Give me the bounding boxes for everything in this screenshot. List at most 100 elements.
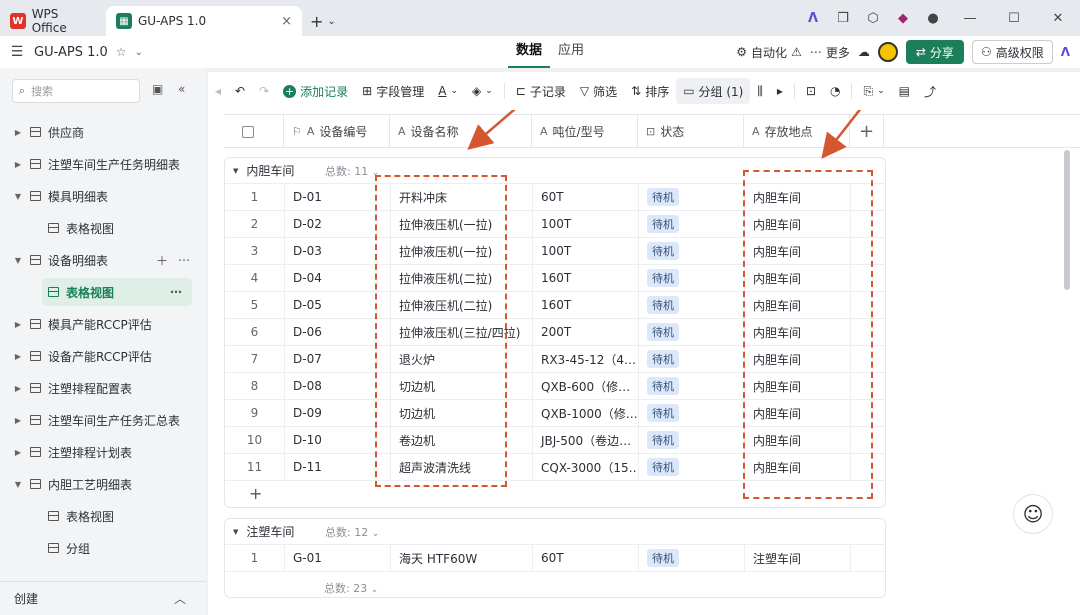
cell-equipment-id[interactable]: G-01 [285, 545, 391, 571]
cell-status[interactable]: 待机 [639, 211, 745, 237]
row-index[interactable]: 8 [225, 373, 285, 399]
sidebar-item-mold-detail[interactable]: ▼ 模具明细表 [0, 182, 200, 210]
row-index[interactable]: 5 [225, 292, 285, 318]
cell-location[interactable]: 内胆车间 [745, 238, 851, 264]
cell-location[interactable]: 内胆车间 [745, 373, 851, 399]
row-index[interactable]: 11 [225, 454, 285, 480]
cell-location[interactable]: 内胆车间 [745, 211, 851, 237]
collapse-all-icon[interactable]: ▣ [152, 82, 163, 96]
cell-equipment-id[interactable]: D-11 [285, 454, 391, 480]
cell-equipment-id[interactable]: D-06 [285, 319, 391, 345]
table-row[interactable]: 8 D-08 切边机 QXB-600（修… 待机 内胆车间 [225, 373, 885, 400]
close-icon[interactable]: × [281, 14, 292, 29]
cell-equipment-name[interactable]: 超声波清洗线 [391, 454, 533, 480]
cell-equipment-id[interactable]: D-05 [285, 292, 391, 318]
row-index[interactable]: 7 [225, 346, 285, 372]
table-row[interactable]: 11 D-11 超声波清洗线 CQX-3000（15… 待机 内胆车间 [225, 454, 885, 481]
undo-icon[interactable]: ↶ [228, 78, 252, 104]
filter-button[interactable]: ▽ 筛选 [573, 78, 624, 104]
menu-icon[interactable]: ☰ [0, 44, 34, 60]
minimize-icon[interactable]: — [948, 11, 992, 26]
cell-equipment-name[interactable]: 拉伸液压机(二拉) [391, 265, 533, 291]
sidebar-item-supplier[interactable]: ▶ 供应商 [0, 118, 200, 146]
cell-status[interactable]: 待机 [639, 545, 745, 571]
column-header-location[interactable]: A 存放地点 [744, 115, 850, 148]
cell-equipment-id[interactable]: D-10 [285, 427, 391, 453]
cell-tonnage-model[interactable]: JBJ-500（卷边… [533, 427, 639, 453]
tab-wps-office[interactable]: W WPS Office [0, 6, 106, 36]
table-row[interactable]: 7 D-07 退火炉 RX3-45-12（4… 待机 内胆车间 [225, 346, 885, 373]
more-options-icon[interactable]: ⋯ [178, 253, 190, 267]
layout-icon[interactable]: ⊡ [799, 78, 823, 104]
cell-location[interactable]: 注塑车间 [745, 545, 851, 571]
cell-equipment-id[interactable]: D-09 [285, 400, 391, 426]
cell-tonnage-model[interactable]: QXB-1000（修… [533, 400, 639, 426]
restore-tabs-icon[interactable]: ❐ [828, 11, 858, 26]
cell-equipment-name[interactable]: 拉伸液压机(二拉) [391, 292, 533, 318]
tab-data[interactable]: 数据 [508, 36, 551, 68]
table-row[interactable]: 6 D-06 拉伸液压机(三拉/四拉) 200T 待机 内胆车间 [225, 319, 885, 346]
vertical-scrollbar[interactable] [1064, 150, 1070, 290]
chevron-down-icon[interactable]: ⌄ [135, 47, 143, 58]
new-tab-button[interactable]: + ⌄ [302, 6, 344, 36]
permission-button[interactable]: ⚇ 高级权限 [971, 40, 1053, 64]
cell-tonnage-model[interactable]: 60T [533, 184, 639, 210]
window-close-icon[interactable]: ✕ [1036, 11, 1080, 26]
group-header[interactable]: ▼ 注塑车间 总数: 12 ⌄ [225, 519, 885, 545]
cell-equipment-name[interactable]: 切边机 [391, 373, 533, 399]
cell-equipment-name[interactable]: 卷边机 [391, 427, 533, 453]
sidebar-item-liner-group-view[interactable]: 分组 [0, 534, 200, 562]
automation-button[interactable]: ⚙ 自动化 ⚠ [736, 44, 802, 61]
cell-equipment-name[interactable]: 拉伸液压机(一拉) [391, 211, 533, 237]
cell-location[interactable]: 内胆车间 [745, 319, 851, 345]
add-row-button[interactable]: + [225, 481, 885, 505]
column-header-equipment-name[interactable]: A 设备名称 [390, 115, 532, 148]
column-header-status[interactable]: ⊡ 状态 [638, 115, 744, 148]
more-button[interactable]: ⋯ 更多 [810, 44, 850, 61]
sidebar-item-equipment-rccp[interactable]: ▶ 设备产能RCCP评估 [0, 342, 200, 370]
cell-status[interactable]: 待机 [639, 265, 745, 291]
sidebar-item-schedule-config[interactable]: ▶ 注塑排程配置表 [0, 374, 200, 402]
table-row[interactable]: 2 D-02 拉伸液压机(一拉) 100T 待机 内胆车间 [225, 211, 885, 238]
cell-tonnage-model[interactable]: 160T [533, 265, 639, 291]
tab-apps[interactable]: 应用 [550, 36, 592, 68]
cell-equipment-id[interactable]: D-01 [285, 184, 391, 210]
brand-icon[interactable]: Ʌ [798, 11, 828, 26]
toolbar-scroll-right-icon[interactable]: ▸ [770, 78, 790, 104]
cloud-icon[interactable]: ☁ [858, 45, 870, 59]
cell-location[interactable]: 内胆车间 [745, 346, 851, 372]
star-icon[interactable]: ☆ [116, 45, 127, 59]
collapse-sidebar-icon[interactable]: « [178, 82, 185, 96]
cell-location[interactable]: 内胆车间 [745, 427, 851, 453]
cell-tonnage-model[interactable]: 60T [533, 545, 639, 571]
select-all-checkbox[interactable] [242, 125, 254, 138]
cell-equipment-name[interactable]: 海天 HTF60W [391, 545, 533, 571]
cell-equipment-id[interactable]: D-03 [285, 238, 391, 264]
expand-left-icon[interactable]: ◂ [208, 78, 228, 104]
cell-equipment-id[interactable]: D-07 [285, 346, 391, 372]
row-index[interactable]: 6 [225, 319, 285, 345]
row-index[interactable]: 10 [225, 427, 285, 453]
field-manage-button[interactable]: ⊞ 字段管理 [355, 78, 431, 104]
assistant-avatar-icon[interactable]: ☺ [1013, 494, 1053, 534]
cell-tonnage-model[interactable]: 100T [533, 238, 639, 264]
add-record-button[interactable]: + 添加记录 [276, 78, 355, 104]
maximize-icon[interactable]: ☐ [992, 11, 1036, 26]
sort-button[interactable]: ⇅ 排序 [624, 78, 676, 104]
avatar-icon[interactable]: ● [918, 11, 948, 26]
sidebar-item-liner-grid-view[interactable]: 表格视图 [0, 502, 200, 530]
table-row[interactable]: 1 D-01 开料冲床 60T 待机 内胆车间 [225, 184, 885, 211]
row-index[interactable]: 9 [225, 400, 285, 426]
sidebar-item-mold-rccp[interactable]: ▶ 模具产能RCCP评估 [0, 310, 200, 338]
create-button[interactable]: 创建 ︿ [0, 581, 206, 615]
share-button[interactable]: ⇄ 分享 [905, 40, 964, 64]
sidebar-item-liner-process[interactable]: ▼ 内胆工艺明细表 [0, 470, 200, 498]
cell-status[interactable]: 待机 [639, 292, 745, 318]
cell-status[interactable]: 待机 [639, 427, 745, 453]
cell-status[interactable]: 待机 [639, 400, 745, 426]
cell-equipment-id[interactable]: D-04 [285, 265, 391, 291]
cell-equipment-id[interactable]: D-02 [285, 211, 391, 237]
row-index[interactable]: 1 [225, 184, 285, 210]
cell-tonnage-model[interactable]: CQX-3000（15… [533, 454, 639, 480]
cell-equipment-name[interactable]: 拉伸液压机(三拉/四拉) [391, 319, 533, 345]
